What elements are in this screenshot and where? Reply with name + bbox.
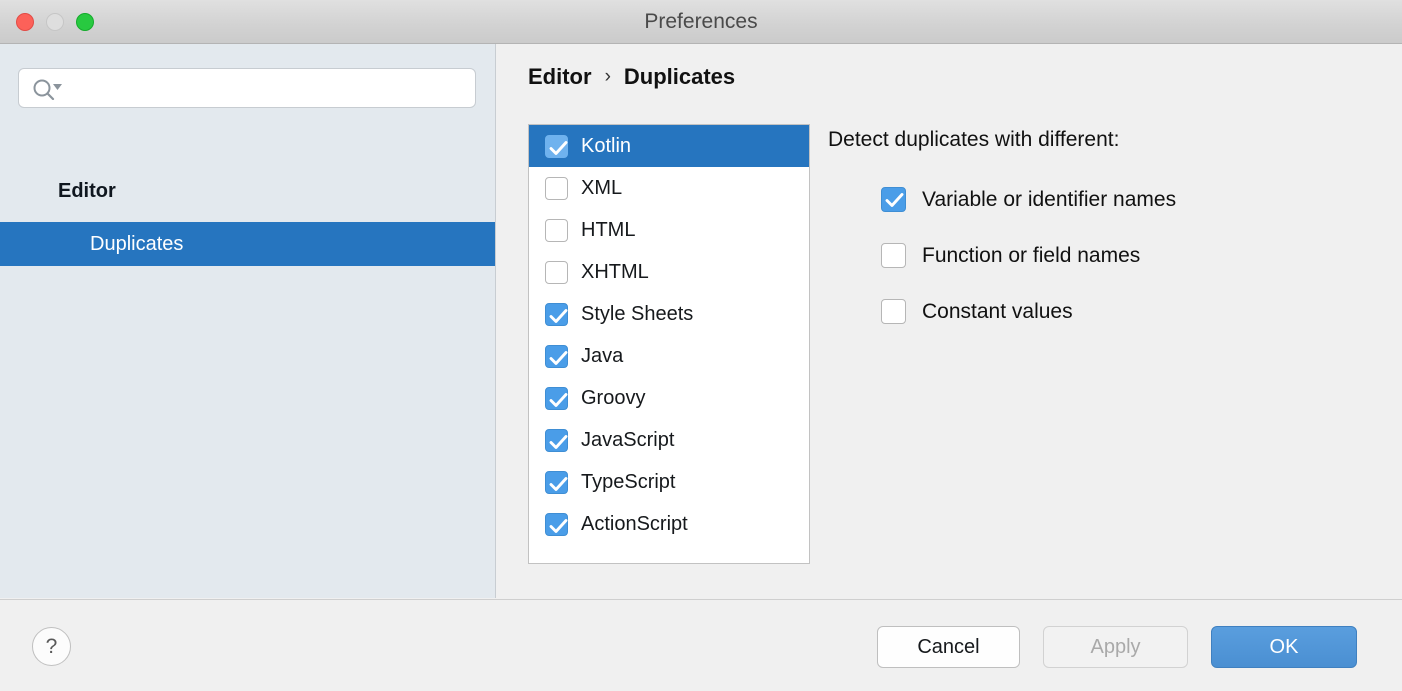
language-list-item-label: JavaScript: [581, 429, 674, 452]
checkbox-unchecked-icon[interactable]: [545, 219, 568, 242]
language-list-item[interactable]: XHTML: [529, 251, 809, 293]
apply-button[interactable]: Apply: [1043, 626, 1188, 668]
option-label: Function or field names: [922, 244, 1140, 268]
search-icon: [31, 78, 65, 100]
option-label: Variable or identifier names: [922, 188, 1176, 212]
sidebar-item-duplicates[interactable]: Duplicates: [0, 222, 495, 266]
breadcrumb: Editor › Duplicates: [528, 64, 735, 90]
checkbox-unchecked-icon[interactable]: [545, 261, 568, 284]
options-title: Detect duplicates with different:: [828, 128, 1119, 152]
language-list-item-label: XHTML: [581, 261, 649, 284]
window-title: Preferences: [0, 0, 1402, 44]
ok-button[interactable]: OK: [1211, 626, 1357, 668]
option-function-or-field-names[interactable]: Function or field names: [881, 243, 1140, 268]
language-list-item-label: Kotlin: [581, 135, 631, 158]
language-list-item[interactable]: Kotlin: [529, 125, 809, 167]
settings-sidebar: Editor Duplicates: [0, 44, 496, 598]
dialog-footer: ? Cancel Apply OK: [0, 599, 1402, 691]
settings-content: Editor › Duplicates Kotlin XML HTML XHTML St…: [497, 44, 1402, 598]
checkbox-unchecked-icon[interactable]: [881, 299, 906, 324]
checkbox-checked-icon[interactable]: [545, 513, 568, 536]
breadcrumb-root[interactable]: Editor: [528, 64, 592, 90]
language-list-item-label: ActionScript: [581, 513, 688, 536]
language-list-item-label: TypeScript: [581, 471, 675, 494]
sidebar-item-label: Duplicates: [90, 222, 183, 266]
language-list-item[interactable]: Groovy: [529, 377, 809, 419]
search-input[interactable]: [18, 68, 476, 108]
language-list-item-label: XML: [581, 177, 622, 200]
language-list-item-label: Java: [581, 345, 623, 368]
checkbox-unchecked-icon[interactable]: [545, 177, 568, 200]
option-label: Constant values: [922, 300, 1073, 324]
checkbox-unchecked-icon[interactable]: [881, 243, 906, 268]
checkbox-checked-icon[interactable]: [545, 135, 568, 158]
language-list-item[interactable]: ActionScript: [529, 503, 809, 545]
help-button[interactable]: ?: [32, 627, 71, 666]
checkbox-checked-icon[interactable]: [545, 429, 568, 452]
checkbox-checked-icon[interactable]: [881, 187, 906, 212]
language-list-item-label: Groovy: [581, 387, 645, 410]
language-list-item[interactable]: JavaScript: [529, 419, 809, 461]
title-bar: Preferences: [0, 0, 1402, 44]
checkbox-checked-icon[interactable]: [545, 345, 568, 368]
checkbox-checked-icon[interactable]: [545, 471, 568, 494]
language-list-item[interactable]: HTML: [529, 209, 809, 251]
language-list[interactable]: Kotlin XML HTML XHTML Style Sheets Java Groovy…: [528, 124, 810, 564]
sidebar-group-editor[interactable]: Editor: [58, 180, 116, 203]
option-variable-or-identifier-names[interactable]: Variable or identifier names: [881, 187, 1176, 212]
language-list-item[interactable]: XML: [529, 167, 809, 209]
language-list-item-label: HTML: [581, 219, 635, 242]
language-list-item-label: Style Sheets: [581, 303, 693, 326]
language-list-item[interactable]: Java: [529, 335, 809, 377]
checkbox-checked-icon[interactable]: [545, 303, 568, 326]
language-list-item[interactable]: TypeScript: [529, 461, 809, 503]
chevron-right-icon: ›: [605, 66, 611, 88]
checkbox-checked-icon[interactable]: [545, 387, 568, 410]
preferences-window: Preferences Editor Duplicates Editor › D…: [0, 0, 1402, 691]
breadcrumb-current: Duplicates: [624, 64, 735, 90]
cancel-button[interactable]: Cancel: [877, 626, 1020, 668]
language-list-item[interactable]: Style Sheets: [529, 293, 809, 335]
option-constant-values[interactable]: Constant values: [881, 299, 1073, 324]
